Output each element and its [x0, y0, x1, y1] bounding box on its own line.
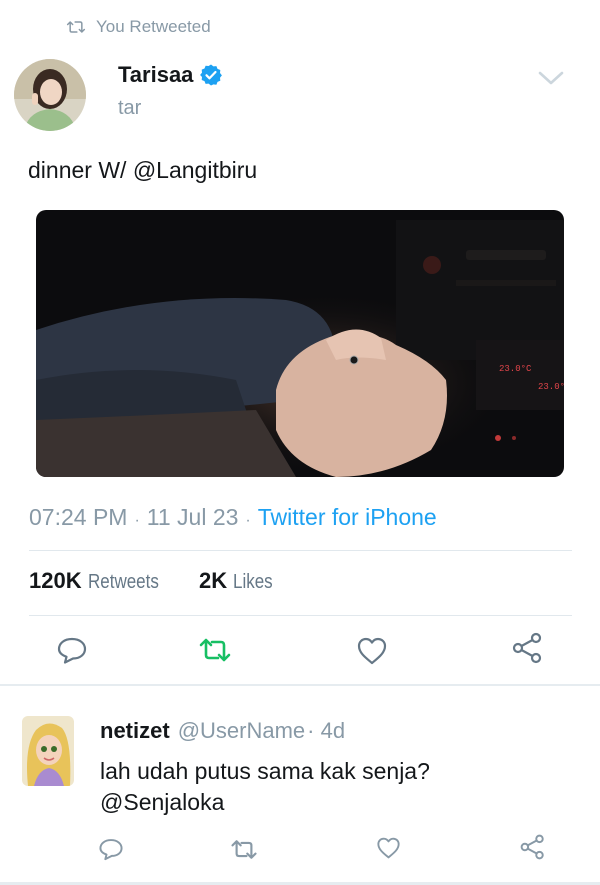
photo-icon: 23.0°C 23.0°C	[36, 210, 564, 477]
tweet-text-content: dinner W/ @Langitbiru	[28, 157, 258, 183]
reply-avatar[interactable]	[22, 716, 74, 786]
reply-header: netizet @UserName · 4d	[100, 718, 345, 744]
author-name-row[interactable]: Tarisaa	[118, 62, 223, 88]
likes-count[interactable]: 2K	[199, 568, 227, 594]
divider	[29, 550, 572, 551]
verified-badge-icon	[200, 64, 223, 86]
tweet-meta: 07:24 PM · 11 Jul 23 · Twitter for iPhon…	[29, 504, 437, 531]
dash-reading-1: 23.0°C	[499, 364, 532, 374]
author-handle: tar	[118, 97, 142, 119]
tweet-stats: 120K Retweets 2K Likes	[29, 568, 280, 594]
chevron-down-icon[interactable]	[536, 68, 566, 88]
like-icon[interactable]	[356, 636, 388, 666]
likes-label[interactable]: Likes	[233, 571, 273, 594]
retweets-count[interactable]: 120K	[29, 568, 82, 594]
like-icon[interactable]	[376, 836, 401, 860]
divider	[29, 615, 572, 616]
avatar-photo-icon	[22, 716, 74, 786]
reply-icon[interactable]	[98, 836, 124, 862]
share-icon[interactable]	[512, 632, 544, 664]
retweet-small-icon	[66, 21, 86, 33]
tweet-media-image[interactable]: 23.0°C 23.0°C	[36, 210, 564, 477]
retweet-banner: You Retweeted	[66, 16, 211, 38]
divider	[0, 684, 600, 686]
reply-author-name[interactable]: netizet	[100, 718, 170, 744]
reply-icon[interactable]	[56, 634, 88, 666]
reply-time: · 4d	[307, 718, 346, 743]
dash-reading-2: 23.0°C	[538, 382, 564, 392]
avatar-photo-icon	[14, 59, 86, 131]
retweets-label[interactable]: Retweets	[88, 571, 159, 594]
tweet-date: 11 Jul 23	[146, 504, 239, 530]
retweet-banner-text: You Retweeted	[96, 17, 211, 36]
author-avatar[interactable]	[14, 59, 86, 131]
tweet-time: 07:24 PM	[29, 504, 128, 530]
reply-author-handle[interactable]: @UserName	[178, 718, 305, 744]
author-name[interactable]: Tarisaa	[118, 62, 193, 88]
tweet-text: dinner W/ @Langitbiru	[28, 157, 257, 184]
retweet-icon[interactable]	[230, 838, 258, 861]
tweet-client-link[interactable]: Twitter for iPhone	[258, 504, 437, 531]
reply-text: lah udah putus sama kak senja?@Senjaloka	[100, 758, 430, 815]
share-icon[interactable]	[520, 834, 546, 860]
retweet-icon[interactable]	[198, 636, 232, 664]
